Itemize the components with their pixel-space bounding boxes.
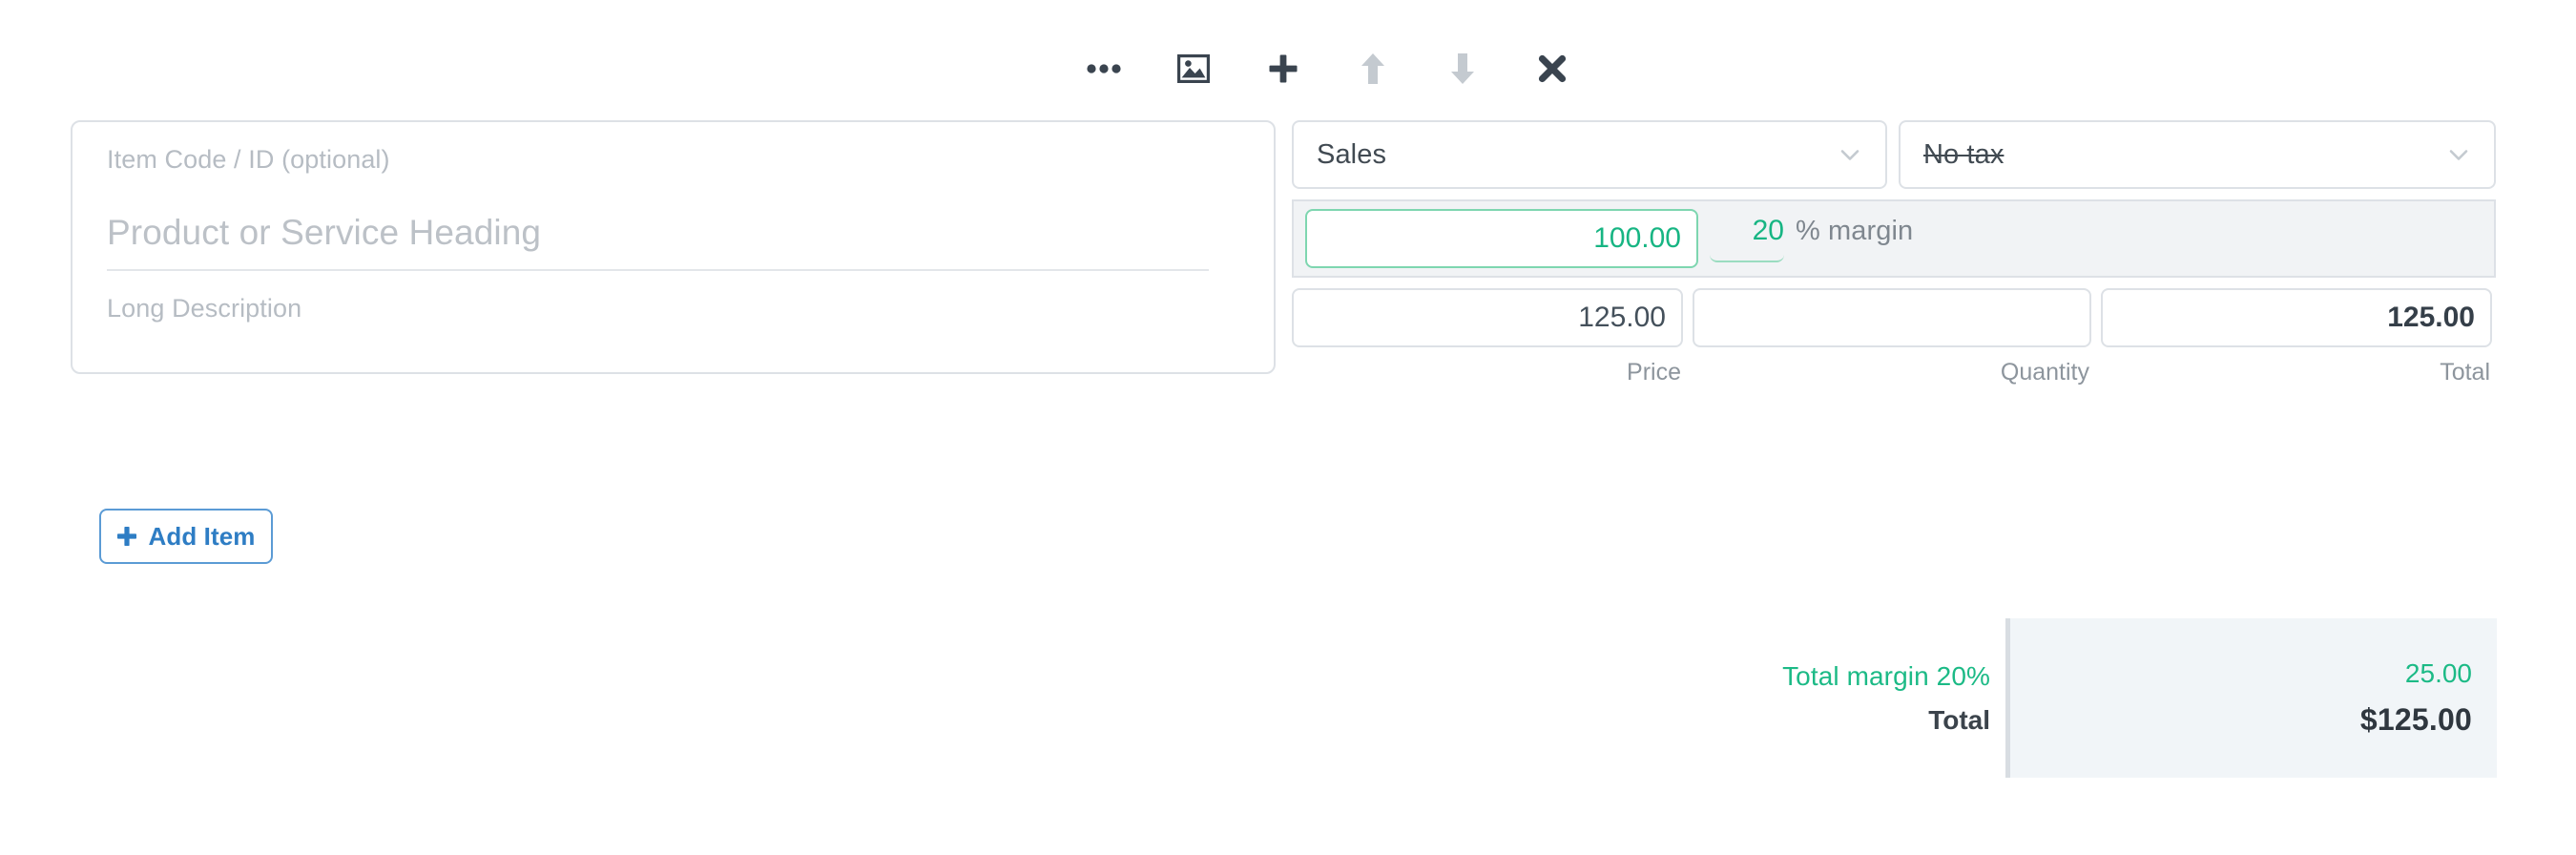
item-heading-input[interactable]: Product or Service Heading	[107, 197, 1239, 269]
total-margin-value: 25.00	[2404, 658, 2472, 688]
grand-total-value: $125.00	[2359, 702, 2472, 737]
cost-margin-row: 100.00 20 % margin	[1292, 199, 2496, 278]
price-label: Price	[1627, 359, 1681, 386]
move-down-button[interactable]	[1418, 48, 1507, 90]
totals-values: 25.00 $125.00	[2005, 618, 2497, 778]
item-code-input[interactable]: Item Code / ID (optional)	[107, 122, 1239, 197]
arrow-up-icon	[1361, 52, 1385, 85]
margin-group: 20 % margin	[1710, 215, 1913, 262]
more-options-button[interactable]	[1059, 48, 1149, 90]
price-input[interactable]: 125.00	[1292, 288, 1683, 347]
item-pricing-column: Sales No tax 100.00 20 % margin 125.00 1…	[1292, 120, 2496, 386]
amount-row: 125.00 125.00	[1292, 288, 2496, 347]
arrow-down-icon	[1450, 52, 1475, 85]
move-up-button[interactable]	[1328, 48, 1418, 90]
close-icon	[1538, 54, 1567, 83]
tax-select[interactable]: No tax	[1899, 120, 2496, 189]
image-icon	[1177, 54, 1210, 83]
margin-input[interactable]: 20	[1710, 215, 1784, 262]
total-margin-label: Total margin 20%	[1782, 660, 1990, 691]
add-item-button[interactable]: Add Item	[99, 509, 273, 564]
plus-icon	[1268, 53, 1298, 84]
totals-labels: Total margin 20% Total	[1727, 618, 2005, 778]
total-label: Total	[2440, 359, 2490, 386]
totals-panel: Total margin 20% Total 25.00 $125.00	[1727, 618, 2497, 778]
tax-select-value: No tax	[1923, 138, 2005, 170]
chevron-down-icon	[1836, 140, 1864, 169]
account-select[interactable]: Sales	[1292, 120, 1887, 189]
remove-line-button[interactable]	[1507, 48, 1597, 90]
cost-input[interactable]: 100.00	[1305, 209, 1698, 268]
chevron-down-icon	[2444, 140, 2473, 169]
add-item-label: Add Item	[148, 521, 256, 551]
account-select-value: Sales	[1317, 138, 1387, 170]
item-long-description-input[interactable]: Long Description	[107, 271, 1239, 374]
quantity-label: Quantity	[2000, 359, 2089, 386]
more-options-icon	[1087, 64, 1121, 73]
add-image-button[interactable]	[1149, 48, 1238, 90]
add-line-button[interactable]	[1238, 48, 1328, 90]
amount-labels: Price Quantity Total	[1292, 359, 2496, 386]
quantity-input[interactable]	[1693, 288, 2091, 347]
select-row: Sales No tax	[1292, 120, 2496, 189]
grand-total-label: Total	[1928, 704, 1990, 735]
margin-label: % margin	[1796, 216, 1914, 246]
plus-icon	[116, 526, 137, 547]
item-description-card: Item Code / ID (optional) Product or Ser…	[71, 120, 1276, 374]
line-item-editor: Item Code / ID (optional) Product or Ser…	[0, 0, 2576, 855]
line-item-toolbar	[1059, 48, 1597, 90]
line-total-input[interactable]: 125.00	[2101, 288, 2492, 347]
